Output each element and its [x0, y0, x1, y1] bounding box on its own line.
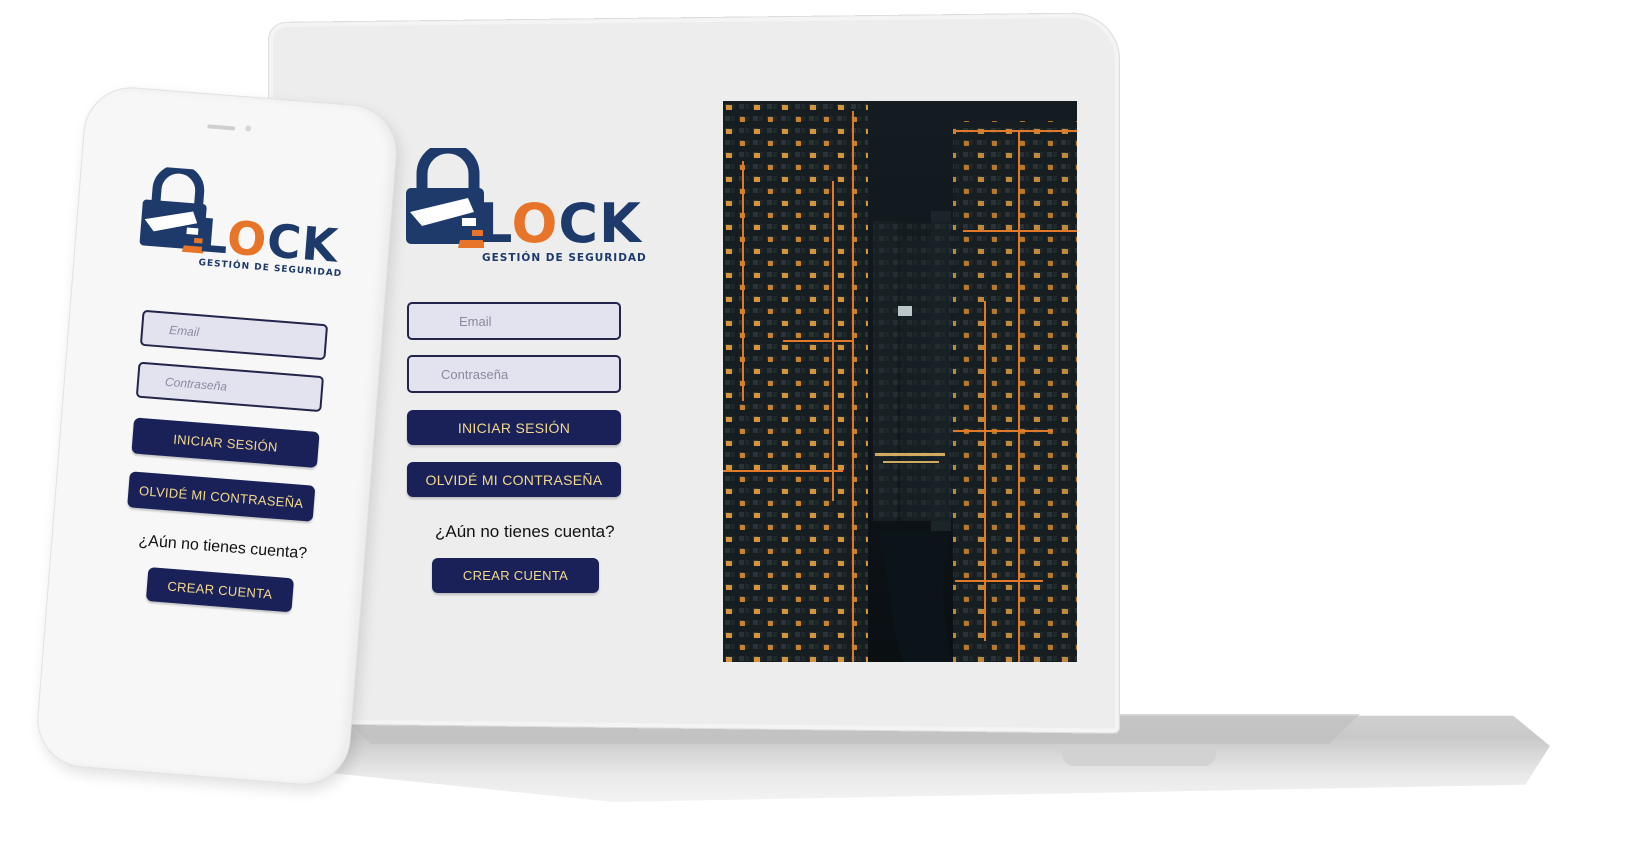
password-field[interactable]: Contraseña	[407, 355, 621, 393]
phone-device: LOCK GESTIÓN DE SEGURIDAD Email Contrase…	[33, 83, 401, 789]
email-field[interactable]: Email	[407, 302, 621, 340]
create-account-button[interactable]: CREAR CUENTA	[145, 567, 295, 613]
night-city-hero-image	[723, 101, 1077, 662]
keyhole-icon: O	[225, 210, 270, 268]
brand-letter-l: L	[478, 192, 512, 255]
laptop-trackpad	[1062, 748, 1216, 766]
brand-letter-l: L	[196, 208, 230, 265]
desktop-logo: LOCK GESTIÓN DE SEGURIDAD	[404, 148, 646, 268]
no-account-text: ¿Aún no tienes cuenta?	[435, 522, 615, 541]
brand-letters-ck: CK	[558, 192, 642, 255]
mobile-logo: LOCK GESTIÓN DE SEGURIDAD	[136, 165, 343, 280]
phone-camera	[244, 125, 252, 132]
email-field[interactable]: Email	[139, 309, 329, 361]
login-button[interactable]: INICIAR SESIÓN	[131, 417, 320, 468]
forgot-password-button[interactable]: OLVIDÉ MI CONTRASEÑA	[127, 471, 316, 522]
create-account-button[interactable]: CREAR CUENTA	[432, 558, 599, 593]
password-field[interactable]: Contraseña	[135, 361, 325, 413]
brand-tagline: GESTIÓN DE SEGURIDAD	[482, 252, 647, 264]
no-account-text: ¿Aún no tienes cuenta?	[137, 532, 308, 563]
forgot-password-button[interactable]: OLVIDÉ MI CONTRASEÑA	[407, 462, 621, 497]
phone-speaker	[207, 124, 236, 131]
night-city-skyscrapers-photo	[723, 101, 1077, 662]
login-button[interactable]: INICIAR SESIÓN	[407, 410, 621, 445]
keyhole-icon: O	[511, 192, 559, 255]
